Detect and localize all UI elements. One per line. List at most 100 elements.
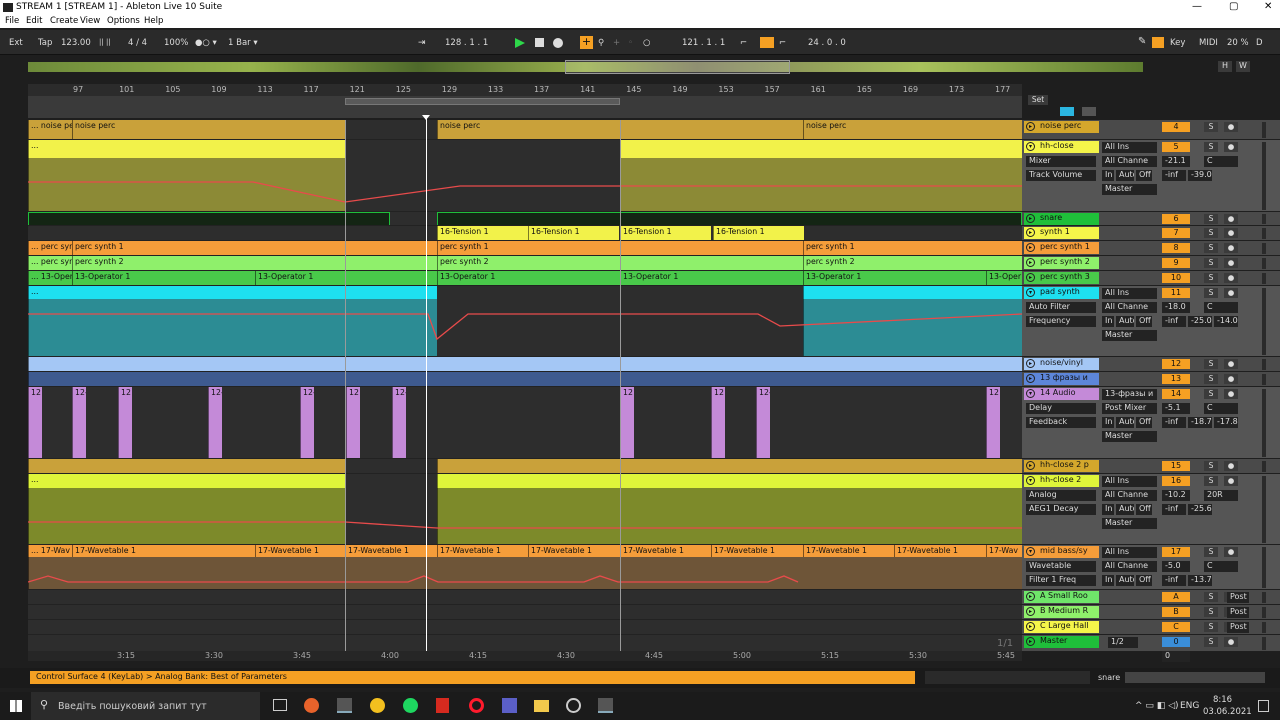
opera-icon[interactable] xyxy=(469,698,484,713)
menu-options[interactable]: Options xyxy=(107,16,140,26)
audio-output-select[interactable]: Master xyxy=(1102,330,1157,341)
metronome-button[interactable]: ●○ ▾ xyxy=(195,38,217,48)
play-icon[interactable] xyxy=(515,38,525,48)
solo-button[interactable]: S xyxy=(1204,142,1218,152)
solo-button[interactable]: S xyxy=(1204,637,1218,647)
arm-button[interactable]: ● xyxy=(1224,389,1238,399)
automation-value-field-2[interactable]: -14.0 xyxy=(1214,316,1238,327)
minimize-button[interactable]: — xyxy=(1192,1,1202,12)
monitor-auto-button[interactable]: Auto xyxy=(1116,170,1134,181)
set-button[interactable]: Set xyxy=(1028,95,1048,105)
computer-keyboard-icon[interactable] xyxy=(1152,37,1164,48)
track-activator-button[interactable]: A xyxy=(1162,592,1190,602)
track-activator-button[interactable]: 17 xyxy=(1162,547,1190,557)
menu-create[interactable]: Create xyxy=(50,16,78,26)
track-header[interactable]: ▸A Small RooAS●Post xyxy=(1022,590,1280,605)
arm-button[interactable]: ● xyxy=(1224,214,1238,224)
track-header[interactable]: ▸ 13 фразы и 13 S ● xyxy=(1022,372,1280,387)
taskbar-search-box[interactable]: ⚲ Введіть пошуковий запит тут xyxy=(31,692,260,720)
solo-button[interactable]: S xyxy=(1204,258,1218,268)
peak-level-field[interactable]: -inf xyxy=(1162,170,1186,181)
automation-device-select[interactable]: Auto Filter xyxy=(1026,302,1096,313)
overview-w-button[interactable]: W xyxy=(1236,61,1250,72)
track-name[interactable]: ▾ 14 Audio xyxy=(1024,388,1099,400)
track-header[interactable]: ▾ hh-close 2 16 S ● All Ins All Channe Analog AE… xyxy=(1022,474,1280,545)
track-fold-icon[interactable]: ▸ xyxy=(1026,228,1035,237)
monitor-off-button[interactable]: Off xyxy=(1136,504,1152,515)
app-circle-icon[interactable] xyxy=(566,698,581,713)
track-name[interactable]: ▸ perc synth 1 xyxy=(1024,242,1099,254)
monitor-off-button[interactable]: Off xyxy=(1136,316,1152,327)
track-activator-button[interactable]: C xyxy=(1162,622,1190,632)
arrangement-view[interactable]: ... noise pe noise perc noise perc noise pe… xyxy=(28,120,1022,652)
ableton-live-taskbar-icon[interactable] xyxy=(337,698,352,713)
monitor-auto-button[interactable]: Auto xyxy=(1116,417,1134,428)
send-post-button[interactable]: Post xyxy=(1227,607,1249,618)
time-ruler[interactable]: 3:15 3:30 3:45 4:00 4:15 4:30 4:45 5:00 5:15 5:30… xyxy=(28,651,1022,661)
audio-output-select[interactable]: Master xyxy=(1102,431,1157,442)
solo-button[interactable]: S xyxy=(1204,228,1218,238)
automation-parameter-select[interactable]: Track Volume xyxy=(1026,170,1096,181)
automation-value-field[interactable]: -39.0 xyxy=(1188,170,1212,181)
audio-output-select[interactable]: Master xyxy=(1102,184,1157,195)
key-map-button[interactable]: Key xyxy=(1170,38,1185,48)
overdub-icon[interactable]: + xyxy=(580,36,593,49)
clock-time[interactable]: 8:16 xyxy=(1213,695,1232,705)
arm-button[interactable]: ● xyxy=(1224,637,1238,647)
stop-icon[interactable] xyxy=(535,38,544,47)
automation-value-field[interactable]: -13.7 xyxy=(1188,575,1212,586)
track-fold-icon[interactable]: ▸ xyxy=(1026,258,1035,267)
track-header[interactable]: ▸ perc synth 3 10 S ● xyxy=(1022,271,1280,286)
track-fold-icon[interactable]: ▾ xyxy=(1026,142,1035,151)
solo-button[interactable]: S xyxy=(1204,622,1218,632)
loop-brace[interactable] xyxy=(345,98,620,105)
track-activator-button[interactable]: B xyxy=(1162,607,1190,617)
track-name[interactable]: ▸ A Small Roo xyxy=(1024,591,1099,603)
input-type-select[interactable]: All Ins xyxy=(1102,142,1157,153)
loop-length-field[interactable]: 24 . 0 . 0 xyxy=(808,38,846,48)
track-volume-field[interactable]: -5.0 xyxy=(1162,561,1190,572)
track-fold-icon[interactable]: ▸ xyxy=(1026,214,1035,223)
arm-button[interactable]: ● xyxy=(1224,547,1238,557)
input-channel-select[interactable]: All Channe xyxy=(1102,490,1157,501)
track-volume-field[interactable]: 0 xyxy=(1162,651,1190,662)
capture-icon[interactable]: ◦ xyxy=(628,38,633,48)
arm-button[interactable]: ● xyxy=(1224,288,1238,298)
automation-value-field[interactable]: -25.6 xyxy=(1188,504,1212,515)
tray-icons[interactable]: ^ ▭ ◧ ◁) xyxy=(1135,701,1179,711)
track-name[interactable]: ▾ hh-close 2 xyxy=(1024,475,1099,487)
track-fold-icon[interactable]: ▸ xyxy=(1026,243,1035,252)
track-name[interactable]: ▸ synth 1 xyxy=(1024,227,1099,239)
teams-icon[interactable] xyxy=(502,698,517,713)
monitor-in-button[interactable]: In xyxy=(1102,417,1114,428)
automation-parameter-select[interactable]: Filter 1 Freq xyxy=(1026,575,1096,586)
monitor-auto-button[interactable]: Auto xyxy=(1116,316,1134,327)
send-post-button[interactable]: Post xyxy=(1227,622,1249,633)
track-volume-field[interactable]: -18.0 xyxy=(1162,302,1190,313)
menu-file[interactable]: File xyxy=(5,16,19,26)
solo-button[interactable]: S xyxy=(1204,273,1218,283)
track-name[interactable]: ▾ mid bass/sy xyxy=(1024,546,1099,558)
solo-button[interactable]: S xyxy=(1204,243,1218,253)
track-fold-icon[interactable]: ▾ xyxy=(1026,389,1035,398)
solo-button[interactable]: S xyxy=(1204,607,1218,617)
automation-device-select[interactable]: Wavetable xyxy=(1026,561,1096,572)
solo-button[interactable]: S xyxy=(1204,592,1218,602)
input-channel-select[interactable]: All Channe xyxy=(1102,156,1157,167)
track-header[interactable]: ▾ mid bass/sy 17 S ● All Ins All Channe Wavetab… xyxy=(1022,545,1280,590)
track-fold-icon[interactable]: ▸ xyxy=(1026,122,1035,131)
track-name[interactable]: ▸ perc synth 2 xyxy=(1024,257,1099,269)
automation-value-field[interactable]: -18.7 xyxy=(1188,417,1212,428)
monitor-off-button[interactable]: Off xyxy=(1136,417,1152,428)
track-header[interactable]: ▸ noise/vinyl 12 S ● xyxy=(1022,357,1280,372)
arm-button[interactable]: ● xyxy=(1224,461,1238,471)
peak-level-field[interactable]: -inf xyxy=(1162,504,1186,515)
nudge-buttons[interactable]: || || xyxy=(99,38,111,46)
session-record-icon[interactable]: ○ xyxy=(643,38,650,48)
automation-device-select[interactable]: Delay xyxy=(1026,403,1096,414)
track-name[interactable]: ▸ perc synth 3 xyxy=(1024,272,1099,284)
monitor-auto-button[interactable]: Auto xyxy=(1116,575,1134,586)
arm-button[interactable]: ● xyxy=(1224,142,1238,152)
track-pan-field[interactable]: C xyxy=(1204,403,1238,414)
input-type-select[interactable]: All Ins xyxy=(1102,547,1157,558)
